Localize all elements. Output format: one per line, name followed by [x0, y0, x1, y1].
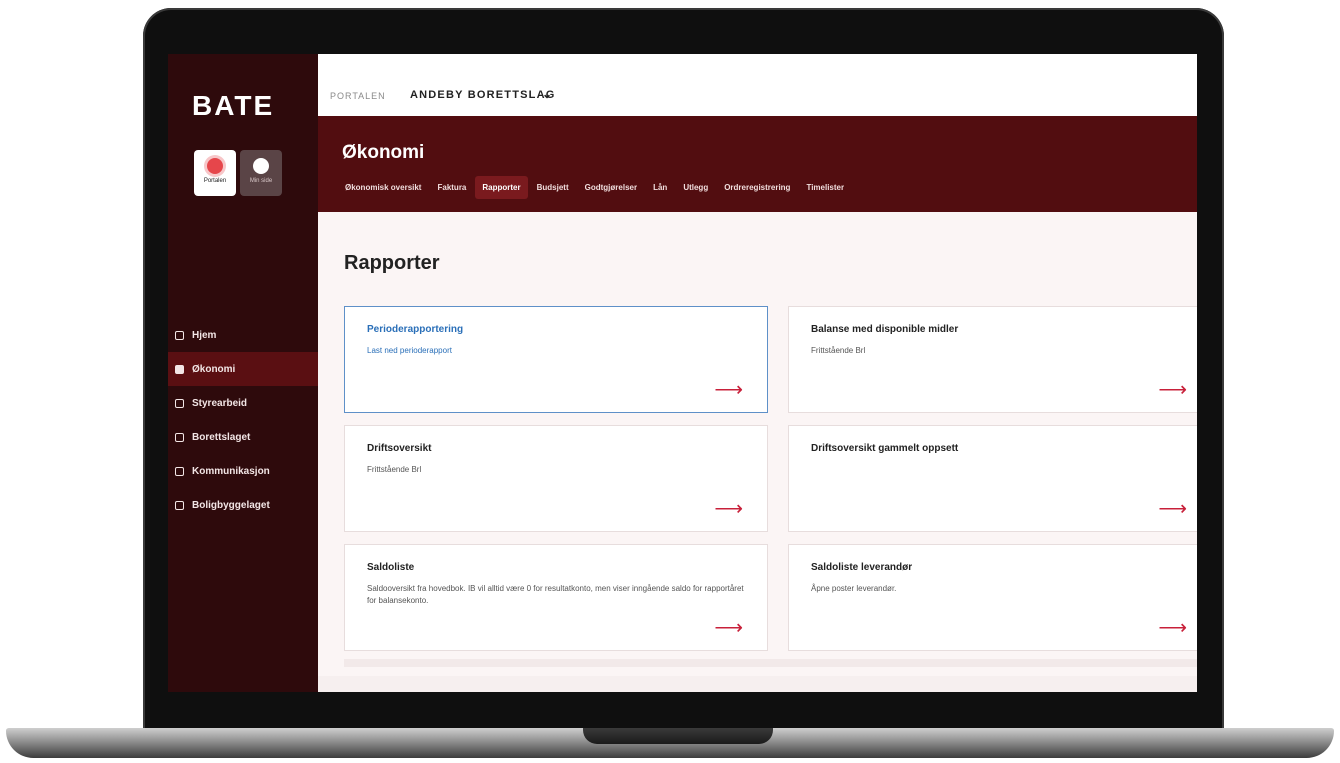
card-subtitle: Åpne poster leverandør.: [811, 584, 897, 593]
grid-icon: [175, 330, 184, 340]
card-title: Driftsoversikt: [367, 443, 432, 454]
sidebar-item-okonomi[interactable]: Økonomi: [168, 352, 318, 386]
sidebar-item-label: Styrearbeid: [192, 397, 248, 409]
page-title: Rapporter: [344, 252, 440, 274]
chart-icon: [175, 364, 184, 374]
chevron-down-icon[interactable]: ⌄: [542, 87, 552, 101]
tab-utlegg[interactable]: Utlegg: [676, 176, 715, 199]
card-subtitle: Last ned perioderapport: [367, 346, 452, 355]
user-icon: [253, 158, 269, 174]
card-subtitle: Frittstående Brl: [811, 346, 866, 355]
report-card-saldoliste[interactable]: Saldoliste Saldooversikt fra hovedbok. I…: [344, 544, 768, 651]
briefcase-icon: [175, 398, 184, 408]
section-header: Økonomi Økonomisk oversikt Faktura Rappo…: [318, 116, 1197, 212]
report-card-driftsoversikt-gammelt[interactable]: Driftsoversikt gammelt oppsett ⟶: [788, 425, 1197, 532]
tab-budsjett[interactable]: Budsjett: [530, 176, 576, 199]
organization-selector[interactable]: ANDEBY BORETTSLAG: [410, 89, 555, 101]
tab-lan[interactable]: Lån: [646, 176, 674, 199]
sidebar-item-label: Kommunikasjon: [192, 465, 270, 477]
sidebar-item-label: Økonomi: [192, 363, 236, 375]
arrow-right-icon[interactable]: ⟶: [1158, 377, 1187, 402]
tab-timelister[interactable]: Timelister: [799, 176, 851, 199]
sidebar-item-kommunikasjon[interactable]: Kommunikasjon: [168, 454, 318, 488]
report-card-saldoliste-leverandor[interactable]: Saldoliste leverandør Åpne poster levera…: [788, 544, 1197, 651]
card-title: Saldoliste: [367, 562, 415, 573]
arrow-right-icon[interactable]: ⟶: [1158, 615, 1187, 640]
building-icon: [175, 500, 184, 510]
card-title: Perioderapportering: [367, 324, 464, 335]
sidebar-item-label: Boligbyggelaget: [192, 499, 270, 511]
report-card-perioderapportering[interactable]: Perioderapportering Last ned perioderapp…: [344, 306, 768, 413]
tab-faktura[interactable]: Faktura: [430, 176, 473, 199]
breadcrumb-portal[interactable]: PORTALEN: [330, 91, 386, 101]
report-card-balanse[interactable]: Balanse med disponible midler Frittståen…: [788, 306, 1197, 413]
mode-portal-label: Portalen: [203, 178, 227, 184]
card-title: Saldoliste leverandør: [811, 562, 913, 573]
portal-icon: [207, 158, 223, 174]
tab-ordreregistrering[interactable]: Ordreregistrering: [717, 176, 797, 199]
tab-okonomisk-oversikt[interactable]: Økonomisk oversikt: [338, 176, 428, 199]
sidebar-item-styrearbeid[interactable]: Styrearbeid: [168, 386, 318, 420]
sidebar-item-borettslaget[interactable]: Borettslaget: [168, 420, 318, 454]
section-title: Økonomi: [342, 142, 425, 163]
next-row-cards-edge: [344, 659, 1197, 667]
logo: BATE: [192, 90, 275, 121]
tab-godtgjorelser[interactable]: Godtgjørelser: [578, 176, 644, 199]
arrow-right-icon[interactable]: ⟶: [714, 615, 743, 640]
sidebar-item-hjem[interactable]: Hjem: [168, 318, 318, 352]
sidebar-nav: Hjem Økonomi Styrearbeid Borettslaget Ko…: [168, 318, 318, 522]
screen: BATE Portalen Min side Hjem Økonomi Styr…: [168, 54, 1197, 692]
sidebar-item-label: Borettslaget: [192, 431, 251, 443]
report-card-driftsoversikt[interactable]: Driftsoversikt Frittstående Brl ⟶: [344, 425, 768, 532]
section-tabs: Økonomisk oversikt Faktura Rapporter Bud…: [338, 176, 853, 199]
arrow-right-icon[interactable]: ⟶: [714, 377, 743, 402]
sidebar-item-label: Hjem: [192, 329, 217, 341]
card-subtitle: Saldooversikt fra hovedbok. IB vil allti…: [367, 584, 744, 605]
arrow-right-icon[interactable]: ⟶: [714, 496, 743, 521]
arrow-right-icon[interactable]: ⟶: [1158, 496, 1187, 521]
sidebar-item-boligbyggelaget[interactable]: Boligbyggelaget: [168, 488, 318, 522]
card-title: Balanse med disponible midler: [811, 324, 959, 335]
sidebar: BATE Portalen Min side Hjem Økonomi Styr…: [168, 54, 318, 692]
tab-rapporter[interactable]: Rapporter: [475, 176, 528, 199]
top-bar: PORTALEN ANDEBY BORETTSLAG ⌄: [318, 54, 1197, 116]
card-subtitle: Frittstående Brl: [367, 465, 422, 474]
card-title: Driftsoversikt gammelt oppsett: [811, 443, 959, 454]
chat-icon: [175, 466, 184, 476]
mode-min-side-label: Min side: [249, 178, 273, 184]
footer-edge: [318, 676, 1197, 692]
mode-portal-button[interactable]: Portalen: [194, 150, 236, 196]
laptop-notch: [583, 728, 773, 744]
house-icon: [175, 432, 184, 442]
mode-min-side-button[interactable]: Min side: [240, 150, 282, 196]
